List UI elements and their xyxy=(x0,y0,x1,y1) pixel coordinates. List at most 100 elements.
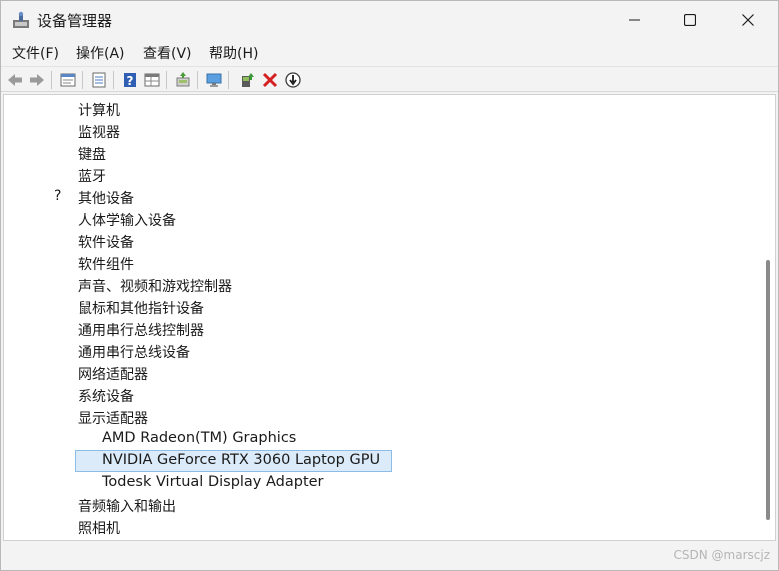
uninstall-button[interactable] xyxy=(260,70,280,90)
properties-button[interactable] xyxy=(58,70,78,90)
minimize-icon xyxy=(629,19,640,21)
forward-icon xyxy=(30,74,44,86)
expand-chevron-icon[interactable] xyxy=(34,321,50,337)
other-device-icon: ? xyxy=(54,188,72,206)
expand-chevron-icon[interactable] xyxy=(34,497,50,513)
help-button[interactable]: ? xyxy=(120,70,140,90)
expand-chevron-icon[interactable] xyxy=(34,277,50,293)
uninstall-icon xyxy=(262,72,278,88)
expand-chevron-icon[interactable] xyxy=(34,167,50,183)
tree-category-row[interactable]: 鼠标和其他指针设备 xyxy=(4,296,775,318)
tree-device-row[interactable]: AMD Radeon(TM) Graphics xyxy=(4,428,775,450)
expand-chevron-icon[interactable] xyxy=(34,145,50,161)
keyboard-icon xyxy=(54,144,72,162)
menu-view[interactable]: 查看(V) xyxy=(141,43,194,63)
monitor-icon xyxy=(206,73,222,87)
tree-item-label: 显示适配器 xyxy=(78,411,148,427)
expand-chevron-icon[interactable] xyxy=(34,387,50,403)
tree-category-row[interactable]: 计算机 xyxy=(4,98,775,120)
tree-item-label: 蓝牙 xyxy=(78,169,106,185)
minimize-button[interactable] xyxy=(606,1,664,39)
toolbar-separator xyxy=(197,71,198,89)
tree-category-row[interactable]: 蓝牙 xyxy=(4,164,775,186)
grid-view-button[interactable] xyxy=(142,70,162,90)
help-icon: ? xyxy=(124,73,136,88)
tree-category-row[interactable]: 监视器 xyxy=(4,120,775,142)
monitor-button[interactable] xyxy=(204,70,224,90)
tree-item-label: 计算机 xyxy=(78,103,120,119)
scan-hardware-button[interactable] xyxy=(173,70,193,90)
tree-category-row[interactable]: 网络适配器 xyxy=(4,362,775,384)
tree-category-row[interactable]: 软件组件 xyxy=(4,252,775,274)
usb-icon xyxy=(54,320,72,338)
collapse-chevron-icon[interactable] xyxy=(34,409,50,425)
tree-category-row[interactable]: 声音、视频和游戏控制器 xyxy=(4,274,775,296)
back-icon xyxy=(8,74,22,86)
tree-item-label: AMD Radeon(TM) Graphics xyxy=(102,430,297,446)
expand-chevron-icon[interactable] xyxy=(34,233,50,249)
update-driver-button[interactable] xyxy=(237,70,257,90)
tree-category-row[interactable]: 照相机 xyxy=(4,516,775,538)
toolbar-separator xyxy=(82,71,83,89)
list-icon xyxy=(92,72,106,88)
tree-category-row[interactable]: 软件设备 xyxy=(4,230,775,252)
expand-chevron-icon[interactable] xyxy=(34,299,50,315)
expand-chevron-icon[interactable] xyxy=(34,189,50,205)
expand-chevron-icon[interactable] xyxy=(34,343,50,359)
device-tree[interactable]: 计算机监视器键盘蓝牙? 其他设备 人体学输入设备 软件设备 软件组件声音、视频和游戏控制… xyxy=(3,94,776,541)
toolbar-separator xyxy=(166,71,167,89)
speaker-icon xyxy=(54,276,72,294)
svg-text:?: ? xyxy=(54,188,62,204)
tree-category-row[interactable]: 显示适配器 xyxy=(4,406,775,428)
watermark: CSDN @marscjz xyxy=(673,548,771,562)
tree-item-label: 键盘 xyxy=(78,147,106,163)
usb-icon xyxy=(54,342,72,360)
tree-item-label: 通用串行总线控制器 xyxy=(78,323,204,339)
list-button[interactable] xyxy=(89,70,109,90)
tree-item-label: 鼠标和其他指针设备 xyxy=(78,301,204,317)
tree-item-label: 系统设备 xyxy=(78,389,134,405)
computer-icon xyxy=(54,100,72,118)
scrollbar-thumb[interactable] xyxy=(766,260,770,520)
expand-chevron-icon[interactable] xyxy=(34,101,50,117)
tree-category-row[interactable]: 通用串行总线控制器 xyxy=(4,318,775,340)
back-button[interactable] xyxy=(5,70,25,90)
toolbar-separator xyxy=(51,71,52,89)
toolbar-separator xyxy=(113,71,114,89)
tree-item-label: 监视器 xyxy=(78,125,120,141)
expand-chevron-icon[interactable] xyxy=(34,123,50,139)
tree-category-row[interactable]: 系统设备 xyxy=(4,384,775,406)
tree-device-row[interactable]: NVIDIA GeForce RTX 3060 Laptop GPU xyxy=(4,450,775,472)
tree-category-row[interactable]: 人体学输入设备 xyxy=(4,208,775,230)
display-adapter-icon xyxy=(78,430,96,448)
svg-text:?: ? xyxy=(127,74,134,88)
maximize-button[interactable] xyxy=(661,1,719,39)
tree-item-label: 网络适配器 xyxy=(78,367,148,383)
menu-help[interactable]: 帮助(H) xyxy=(207,43,260,63)
tree-item-label: 其他设备 xyxy=(78,191,134,207)
close-icon xyxy=(742,14,754,26)
maximize-icon xyxy=(684,14,696,26)
expand-chevron-icon[interactable] xyxy=(34,519,50,535)
system-icon xyxy=(54,386,72,404)
vertical-scrollbar[interactable] xyxy=(761,95,775,540)
menu-action[interactable]: 操作(A) xyxy=(74,43,127,63)
download-button[interactable] xyxy=(283,70,303,90)
camera-icon xyxy=(54,518,72,536)
tree-item-label: 声音、视频和游戏控制器 xyxy=(78,279,232,295)
tree-device-row[interactable]: Todesk Virtual Display Adapter xyxy=(4,472,775,494)
expand-chevron-icon[interactable] xyxy=(34,211,50,227)
tree-category-row[interactable]: 通用串行总线设备 xyxy=(4,340,775,362)
tree-category-row[interactable]: ? 其他设备 xyxy=(4,186,775,208)
menu-file[interactable]: 文件(F) xyxy=(10,43,61,63)
close-button[interactable] xyxy=(719,1,777,39)
expand-chevron-icon[interactable] xyxy=(34,365,50,381)
forward-button[interactable] xyxy=(27,70,47,90)
toolbar-separator xyxy=(228,71,229,89)
tree-item-label: 音频输入和输出 xyxy=(78,499,176,515)
toolbar: ? xyxy=(1,66,778,92)
update-driver-icon xyxy=(242,73,254,87)
expand-chevron-icon[interactable] xyxy=(34,255,50,271)
tree-category-row[interactable]: 音频输入和输出 xyxy=(4,494,775,516)
tree-category-row[interactable]: 键盘 xyxy=(4,142,775,164)
